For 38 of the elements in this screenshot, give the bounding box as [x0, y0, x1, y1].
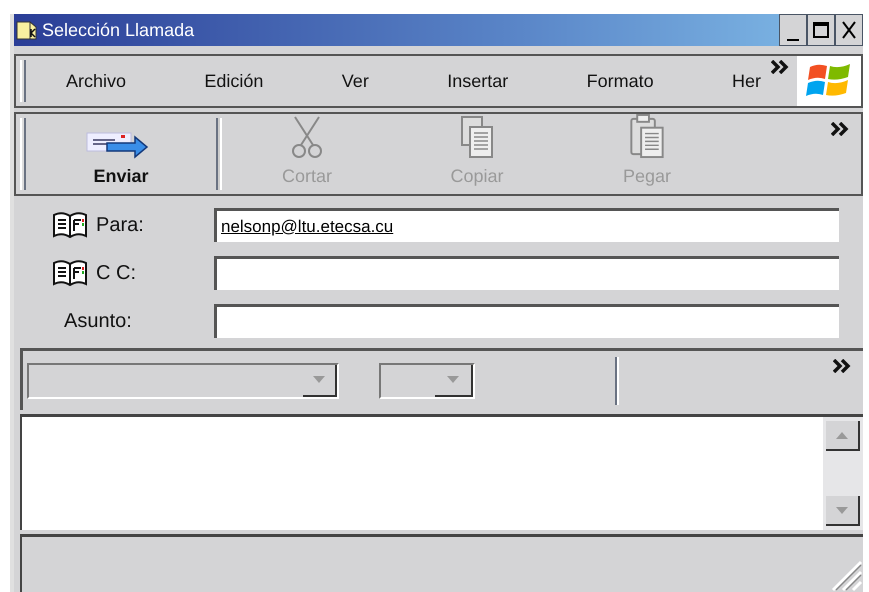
chevron-icon[interactable] [831, 122, 849, 136]
window-icon [16, 19, 38, 41]
font-dropdown[interactable] [27, 362, 339, 398]
message-body-field[interactable] [22, 417, 823, 530]
size-dropdown[interactable] [379, 362, 475, 398]
chevron-icon[interactable] [833, 359, 851, 373]
scroll-up-button[interactable] [826, 421, 860, 451]
menu-item[interactable]: Edición [204, 68, 264, 94]
toolbar-button[interactable]: Enviar [26, 114, 216, 194]
menu-item[interactable]: Archivo [66, 68, 126, 94]
copy-icon [460, 115, 494, 159]
maximize-button[interactable] [807, 14, 835, 46]
menu-item[interactable]: Insertar [447, 68, 508, 94]
down-arrow-icon [447, 376, 459, 383]
field-label: C C: [96, 261, 136, 286]
scissors-icon [289, 115, 325, 159]
address-book-icon[interactable] [52, 259, 88, 287]
text-field[interactable]: nelsonp@ltu.etecsa.cu [214, 208, 839, 242]
scroll-down-button[interactable] [826, 496, 860, 526]
minimize-button[interactable] [779, 14, 807, 46]
menu-item[interactable]: Her [732, 68, 761, 94]
email-link[interactable]: nelsonp@ltu.etecsa.cu [221, 214, 394, 240]
scrollbar[interactable] [823, 417, 863, 530]
down-arrow-icon [836, 506, 848, 514]
field-label: Para: [96, 213, 144, 238]
address-book-icon[interactable] [52, 211, 88, 239]
text-field[interactable] [214, 304, 839, 338]
clipboard-icon [629, 114, 665, 159]
window-title: Selección Llamada [42, 18, 194, 42]
chevron-icon[interactable] [771, 60, 789, 74]
close-button[interactable] [835, 14, 863, 46]
menu-item[interactable]: Formato [586, 68, 654, 94]
text-field[interactable] [214, 256, 839, 290]
up-arrow-icon [836, 432, 848, 438]
close-icon [841, 21, 857, 39]
down-arrow-icon [313, 376, 325, 383]
field-label: Asunto: [64, 309, 132, 334]
menu-item[interactable]: Ver [342, 68, 369, 94]
